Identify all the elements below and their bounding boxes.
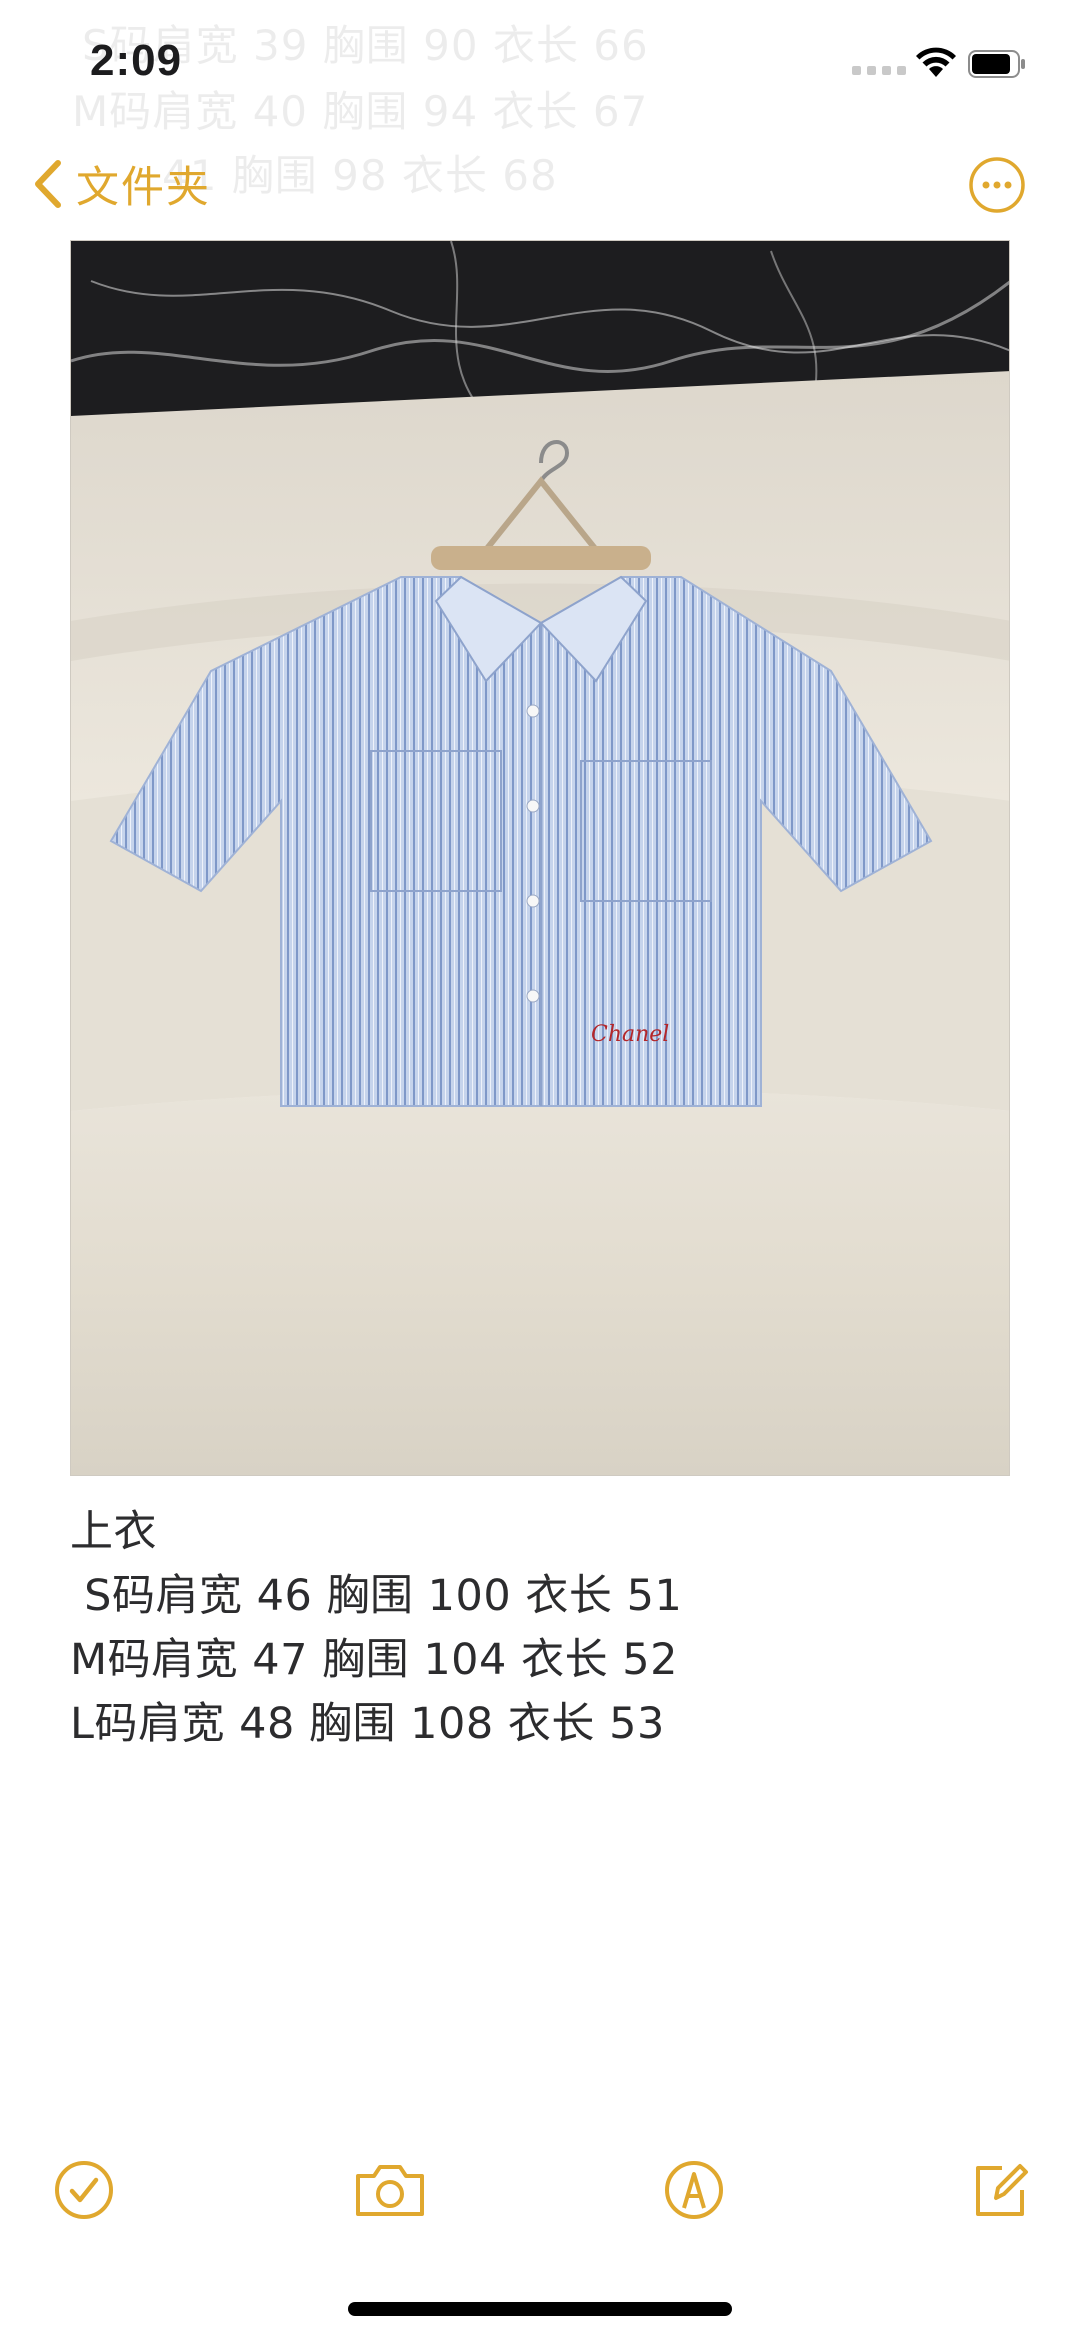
back-button-label: 文件夹 [76,163,211,213]
note-title: 上衣 [70,1507,157,1557]
status-time: 2:09 [90,36,183,85]
checklist-icon[interactable] [52,2158,116,2222]
wifi-icon [916,47,956,77]
note-body[interactable]: 上衣 S码肩宽 46 胸围 100 衣长 51 M码肩宽 47 胸围 104 衣… [70,1500,1010,1756]
embroidery-text: Chanel [591,1022,669,1047]
note-line-size-l: L码肩宽 48 胸围 108 衣长 53 [70,1699,665,1749]
compose-icon[interactable] [968,2158,1032,2222]
camera-icon[interactable] [352,2158,428,2222]
shirt-photo-illustration: Chanel [71,241,1009,1475]
home-indicator[interactable] [348,2302,732,2316]
ghost-line: 41 胸围 98 衣长 68 [162,151,558,200]
back-button[interactable]: 文件夹 [30,150,211,218]
note-line-size-m: M码肩宽 47 胸围 104 衣长 52 [70,1635,678,1685]
cellular-signal-icon [852,66,906,75]
note-line-size-s: S码肩宽 46 胸围 100 衣长 51 [70,1571,683,1621]
status-bar: 2:09 [0,0,1080,130]
chevron-left-icon [35,160,61,208]
battery-icon [968,50,1025,78]
note-photo[interactable]: Chanel [70,240,1010,1476]
more-options-button[interactable] [968,156,1026,214]
markup-pen-icon[interactable] [662,2158,726,2222]
